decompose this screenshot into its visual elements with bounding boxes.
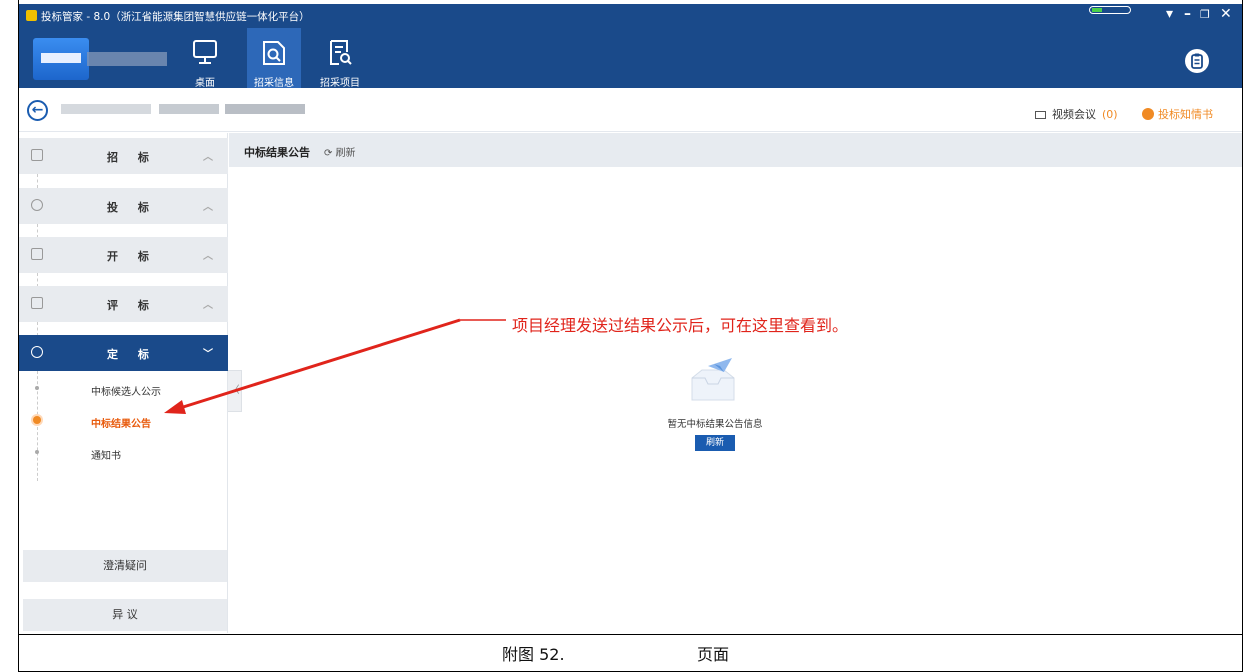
caption-row: [18, 634, 1243, 672]
annotation-arrow: [164, 318, 506, 414]
annotation-text: 项目经理发送过结果公示后，可在这里查看到。: [512, 316, 849, 335]
figure-caption-label: 附图 52.: [502, 645, 565, 664]
figure-caption-suffix: 页面: [697, 645, 730, 664]
document-frame: 投标管家 - 8.0（浙江省能源集团智慧供应链一体化平台） ▾ – ❐ ✕ 桌面: [0, 0, 1243, 672]
